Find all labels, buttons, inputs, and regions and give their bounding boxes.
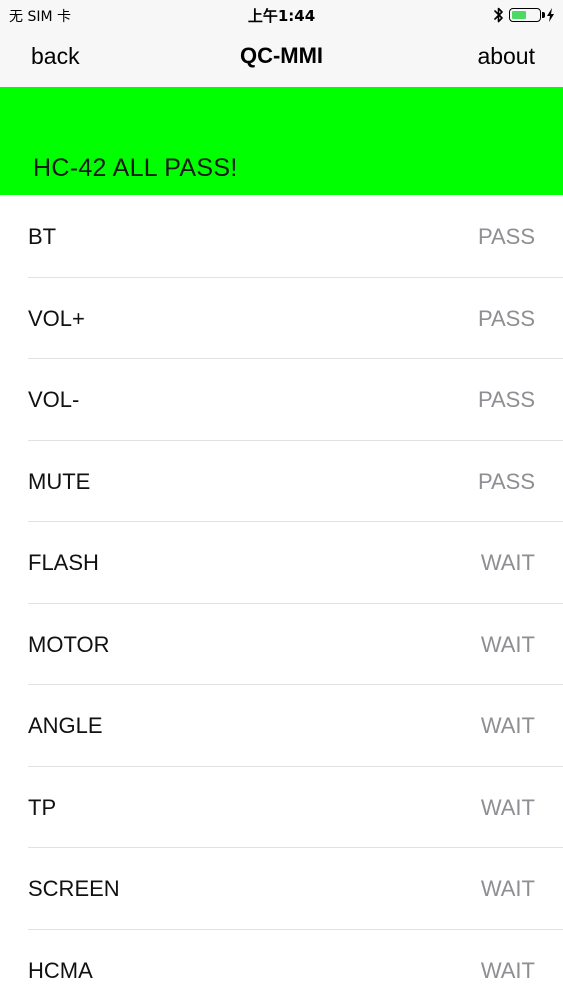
test-row-tp[interactable]: TP WAIT [0,766,563,848]
app-screen: 无 SIM 卡 上午1:44 back QC-MMI about HC-42 A… [0,0,563,1000]
battery-cap [542,12,545,18]
test-status: WAIT [480,876,535,901]
test-row-angle[interactable]: ANGLE WAIT [0,685,563,767]
test-name: FLASH [28,550,99,575]
test-list: BT PASS VOL+ PASS VOL- PASS MUTE PASS FL… [0,196,563,1000]
charging-bolt-icon [547,8,554,22]
about-button[interactable]: about [477,43,535,70]
test-name: VOL- [28,387,80,412]
test-name: BT [28,224,57,249]
result-banner: HC-42 ALL PASS! [0,87,563,195]
test-status: PASS [477,468,535,494]
navigation-bar: back QC-MMI about [0,30,563,87]
test-status: WAIT [480,957,535,983]
test-row-screen[interactable]: SCREEN WAIT [0,848,563,930]
test-name: VOL+ [28,305,85,331]
test-row-flash[interactable]: FLASH WAIT [0,522,563,604]
battery-level-fill [512,11,526,19]
test-row-vol-up[interactable]: VOL+ PASS [0,277,563,359]
test-status: WAIT [480,713,535,738]
test-status: PASS [477,224,535,249]
test-name: SCREEN [28,876,120,901]
test-row-bt[interactable]: BT PASS [0,196,563,278]
test-row-mute[interactable]: MUTE PASS [0,440,563,522]
test-status: WAIT [480,631,535,657]
test-status: WAIT [480,794,535,820]
bluetooth-icon [494,7,503,23]
result-text: HC-42 ALL PASS! [33,154,238,182]
test-status: WAIT [480,550,535,575]
status-bar: 无 SIM 卡 上午1:44 [0,0,563,30]
status-time: 上午1:44 [247,7,316,25]
test-name: MUTE [28,468,91,494]
test-name: ANGLE [28,713,103,738]
test-row-vol-down[interactable]: VOL- PASS [0,359,563,441]
test-name: HCMA [28,957,93,983]
test-name: TP [28,794,57,820]
test-status: PASS [477,387,535,412]
test-status: PASS [477,305,535,331]
test-name: MOTOR [28,631,110,657]
test-row-hcma[interactable]: HCMA WAIT [0,929,563,1000]
battery-icon [509,8,545,22]
test-row-motor[interactable]: MOTOR WAIT [0,603,563,685]
status-indicators [494,5,555,25]
